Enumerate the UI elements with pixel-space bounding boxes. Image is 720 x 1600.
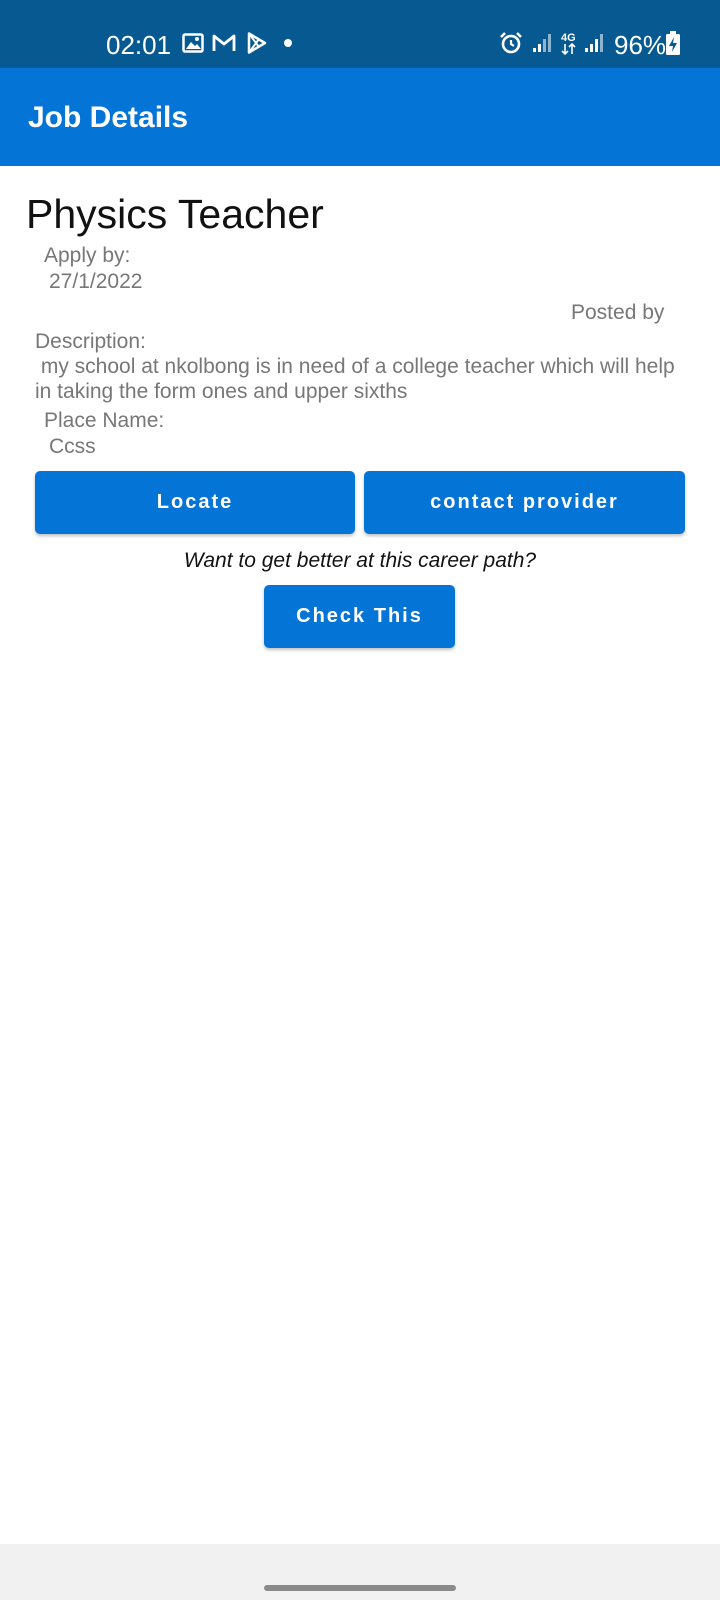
gmail-icon (212, 34, 236, 51)
battery-percent: 96% (614, 30, 667, 60)
apply-by-label: Apply by: (44, 244, 131, 267)
svg-text:4G: 4G (561, 32, 576, 44)
locate-button[interactable]: Locate (35, 471, 355, 534)
home-gesture-handle[interactable] (264, 1585, 456, 1591)
apply-by-date: 27/1/2022 (49, 270, 143, 293)
check-this-button[interactable]: Check This (264, 585, 455, 648)
status-time: 02:01 (106, 30, 172, 60)
contact-provider-button[interactable]: contact provider (364, 471, 685, 534)
gallery-icon (182, 33, 204, 53)
place-name-label: Place Name: (44, 409, 165, 432)
navigation-bar (0, 1544, 720, 1600)
status-bar: 02:01 4G 96% (0, 0, 720, 68)
battery-charging-icon (666, 31, 680, 55)
place-name-value: Ccss (49, 435, 96, 458)
signal-icon (533, 34, 551, 52)
career-prompt: Want to get better at this career path? (183, 549, 537, 572)
page-title: Job Details (28, 101, 189, 134)
alarm-icon (500, 32, 522, 54)
posted-by-label: Posted by (571, 301, 665, 324)
description-label: Description: (35, 330, 146, 353)
4g-data-icon: 4G (561, 32, 576, 56)
notification-dot-icon (284, 39, 292, 47)
play-store-icon (247, 32, 267, 54)
description-text: my school at nkolbong is in need of a co… (35, 355, 681, 403)
signal-icon-2 (585, 34, 603, 52)
job-title: Physics Teacher (26, 191, 324, 237)
app-bar: Job Details (0, 68, 720, 166)
